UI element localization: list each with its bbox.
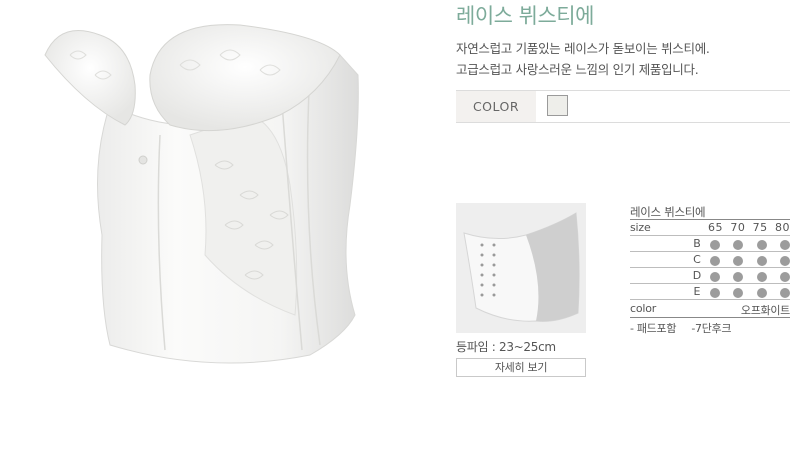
available-dot: [733, 272, 744, 282]
availability-dots: [710, 256, 790, 266]
spec-notes: - 패드포함 -7단후크: [630, 320, 743, 336]
product-description: 자연스럽고 기품있는 레이스가 돋보이는 뷔스티에. 고급스럽고 사랑스러운 느…: [456, 38, 710, 80]
cup-letter: E: [693, 285, 701, 298]
color-swatch-offwhite[interactable]: [547, 95, 568, 116]
availability-dots: [710, 288, 790, 298]
available-dot: [710, 256, 720, 266]
spec-divider: [630, 219, 790, 220]
available-dot: [756, 256, 767, 266]
available-dot: [779, 256, 790, 266]
spec-divider: [630, 251, 790, 252]
note-hook: -7단후크: [691, 322, 732, 335]
size-label: size: [630, 221, 651, 234]
description-line-2: 고급스럽고 사랑스러운 느낌의 인기 제품입니다.: [456, 62, 699, 77]
color-row-label: color: [630, 302, 657, 315]
product-title: 레이스 뷔스티에: [456, 4, 594, 28]
cup-letter: C: [693, 253, 701, 266]
cup-letter: D: [692, 269, 702, 282]
available-dot: [733, 288, 744, 298]
spec-divider: [630, 235, 790, 236]
product-main-image: [44, 24, 359, 364]
size-70: 70: [730, 221, 746, 234]
availability-dots: [710, 240, 790, 250]
cup-letter: B: [693, 237, 701, 250]
size-65: 65: [708, 221, 723, 234]
available-dot: [756, 288, 767, 298]
product-back-thumbnail: [456, 203, 586, 333]
color-option-bar: COLOR: [456, 90, 790, 123]
spec-divider: [630, 283, 790, 284]
size-numbers: 65 70 75 80: [708, 221, 790, 234]
color-label: COLOR: [456, 91, 536, 122]
available-dot: [779, 288, 790, 298]
spec-divider: [630, 267, 790, 268]
spec-title: 레이스 뷔스티에: [630, 205, 706, 219]
available-dot: [710, 288, 720, 298]
available-dot: [756, 240, 767, 250]
view-detail-button[interactable]: 자세히 보기: [456, 358, 586, 377]
available-dot: [779, 272, 790, 282]
color-value: 오프화이트: [740, 304, 790, 317]
available-dot: [756, 272, 767, 282]
available-dot: [733, 256, 744, 266]
available-dot: [779, 240, 790, 250]
availability-dots: [710, 272, 790, 282]
spec-color-row: color 오프화이트: [630, 302, 790, 318]
description-line-1: 자연스럽고 기품있는 레이스가 돋보이는 뷔스티에.: [456, 41, 710, 56]
spec-divider: [630, 317, 790, 318]
back-length-text: 등파임 : 23~25cm: [456, 340, 556, 354]
note-pad-included: - 패드포함: [630, 322, 677, 335]
size-80: 80: [774, 221, 790, 234]
available-dot: [710, 272, 720, 282]
spec-divider: [630, 299, 790, 300]
size-75: 75: [752, 221, 768, 234]
available-dot: [710, 240, 720, 250]
available-dot: [733, 240, 744, 250]
